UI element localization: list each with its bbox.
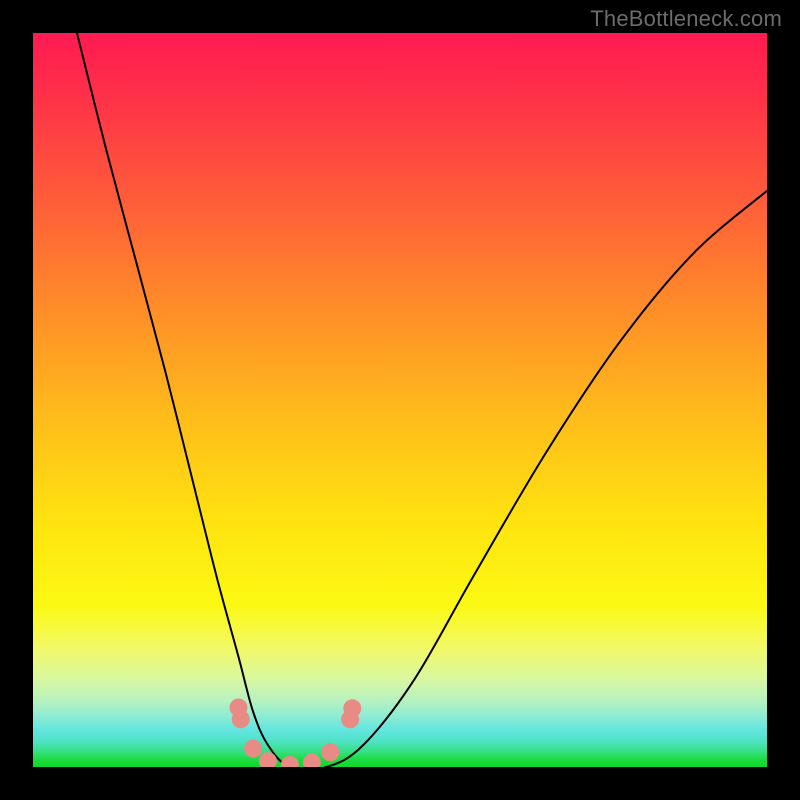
plot-area <box>33 33 767 767</box>
trough-dot <box>321 743 339 761</box>
chart-svg <box>33 33 767 767</box>
trough-dot <box>244 740 262 758</box>
v-curve-path <box>77 33 767 767</box>
v-curve-line <box>77 33 767 767</box>
trough-dot <box>343 699 361 717</box>
trough-dot <box>281 756 299 767</box>
watermark-text: TheBottleneck.com <box>590 6 782 32</box>
trough-dot <box>303 754 321 767</box>
trough-dots <box>230 699 362 768</box>
trough-dot <box>232 710 250 728</box>
chart-frame: TheBottleneck.com <box>0 0 800 800</box>
